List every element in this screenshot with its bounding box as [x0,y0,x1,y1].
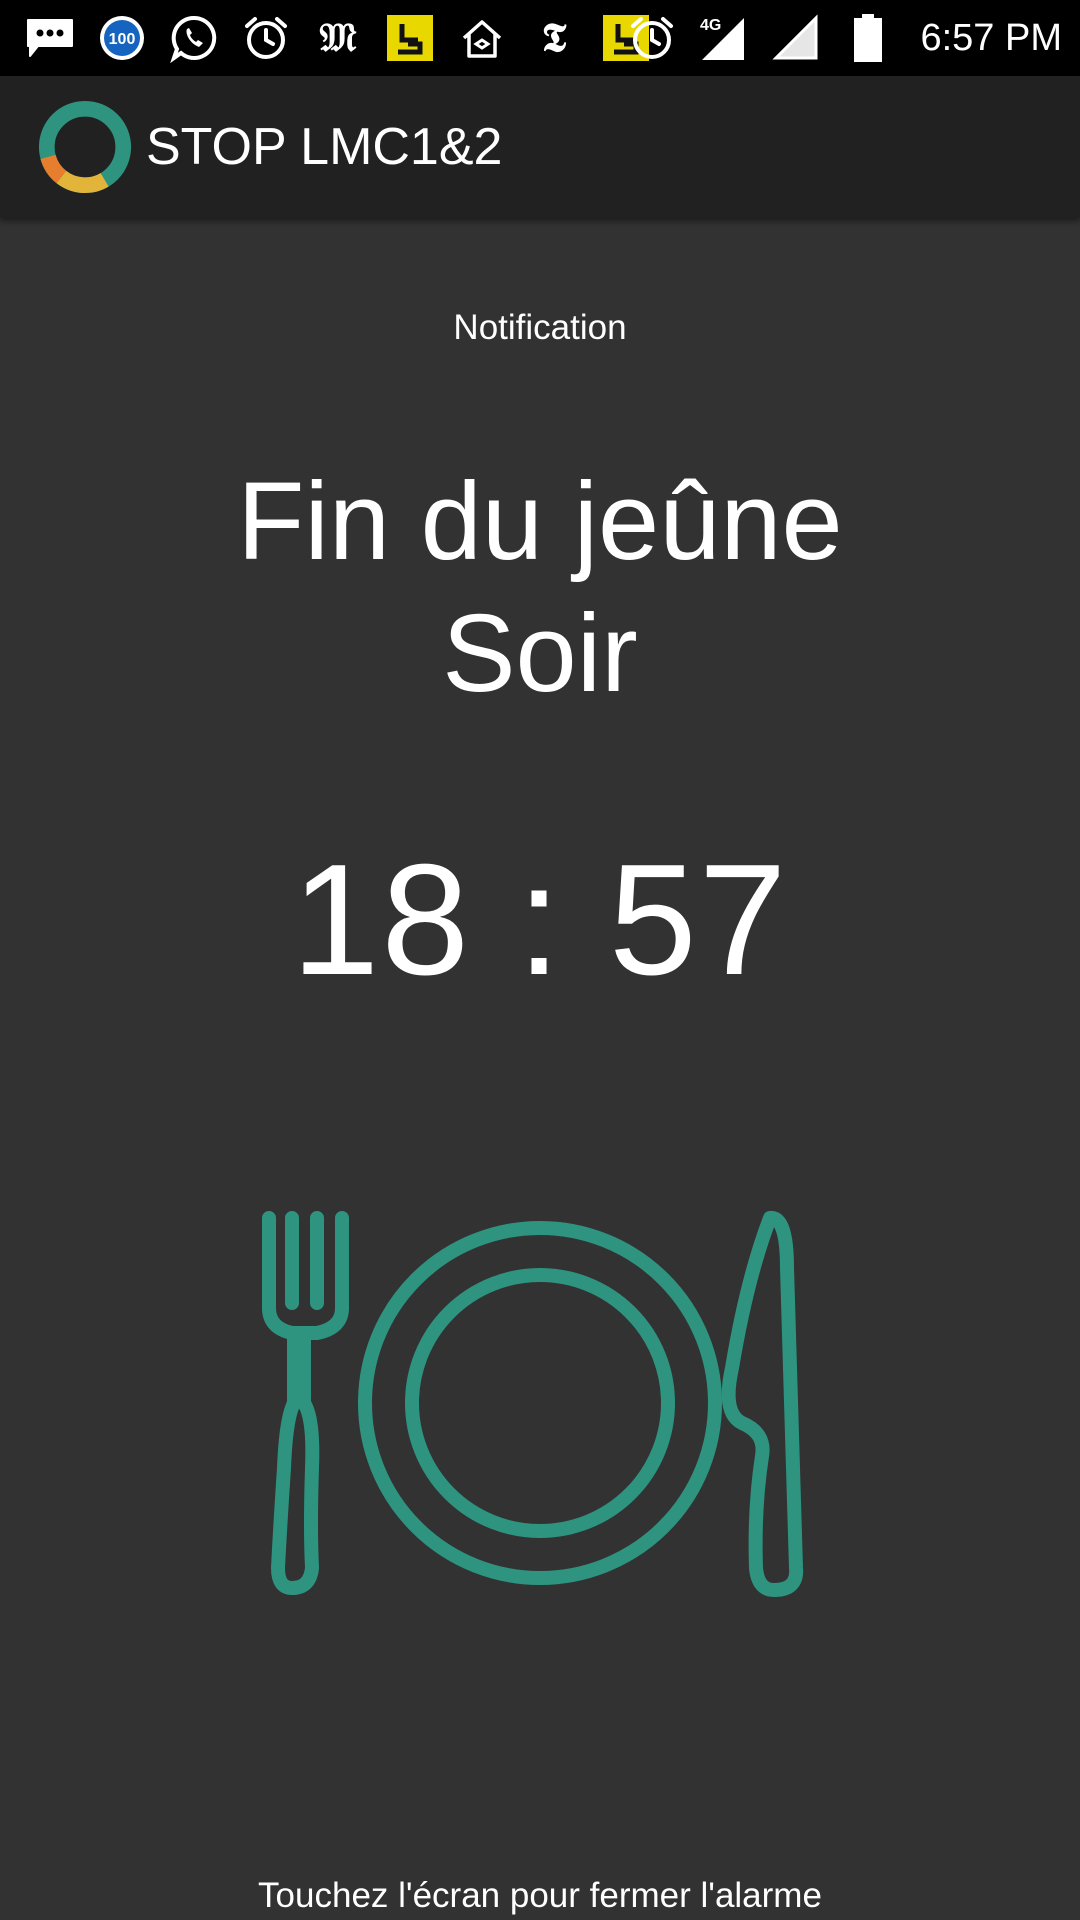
plate-fork-knife-icon [262,1211,804,1597]
network-type-label: 4G [700,17,721,34]
alarm-clock-icon [626,12,678,64]
badge-number: 100 [109,31,136,48]
alarm-clock-icon [240,12,292,64]
signal-icon [770,12,822,64]
status-time: 6:57 PM [920,16,1062,59]
notification-label: Notification [453,308,627,347]
alarm-title-line2: Soir [442,592,638,715]
pj-app-icon [384,12,436,64]
alarm-title-line1: Fin du jeûne [237,460,843,583]
status-system-icons: 4G 6:57 PM [626,0,1062,76]
ring-logo-icon[interactable] [36,98,134,196]
alarm-time: 18 : 57 [291,832,789,1008]
status-bar: 100 𝔐 𝕿 4G 6:57 PM [0,0,1080,76]
nyt-icon: 𝕿 [541,14,567,61]
app-title: STOP LMC1&2 [146,118,503,176]
messages-icon [24,12,76,64]
alarm-screen[interactable]: Notification Fin du jeûne Soir 18 : 57 T… [0,218,1080,1920]
whatsapp-icon [168,12,220,64]
dismiss-hint: Touchez l'écran pour fermer l'alarme [258,1876,822,1915]
le-monde-icon: 𝔐 [319,14,357,61]
home-icon [456,12,508,64]
battery-icon [842,12,894,64]
badge-100-icon: 100 [96,12,148,64]
status-notification-icons: 100 𝔐 𝕿 [24,0,652,76]
app-bar: STOP LMC1&2 [0,76,1080,218]
signal-4g-icon: 4G [698,12,750,64]
alarm-title: Fin du jeûne Soir [0,456,1080,720]
